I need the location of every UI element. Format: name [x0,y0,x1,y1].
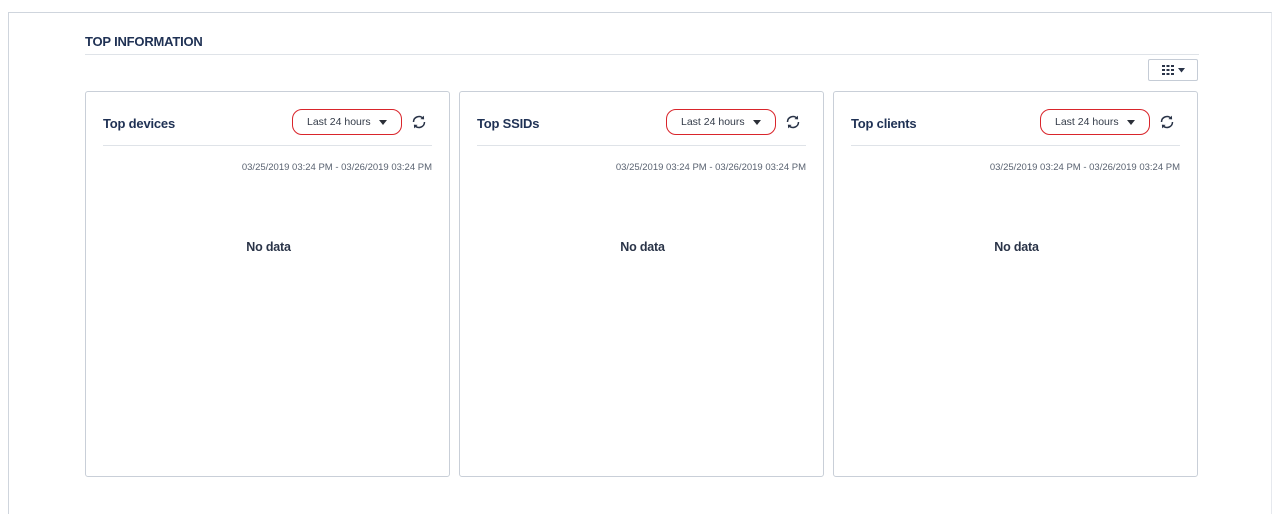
grid-icon [1161,65,1174,75]
refresh-icon[interactable] [410,113,428,131]
section-divider [85,54,1199,55]
card-title: Top devices [103,116,175,131]
time-range-label: Last 24 hours [307,116,371,128]
caret-down-icon [1126,119,1135,125]
time-range-label: Last 24 hours [1055,116,1119,128]
caret-down-icon [378,119,387,125]
caret-down-icon [752,119,761,125]
card-divider [851,145,1180,146]
time-range-select[interactable]: Last 24 hours [666,109,776,135]
time-range-select[interactable]: Last 24 hours [292,109,402,135]
page: TOP INFORMATION Top devices Last 24 hour… [0,0,1280,514]
refresh-icon[interactable] [1158,113,1176,131]
card-divider [103,145,432,146]
chevron-down-icon [1177,67,1185,72]
refresh-icon[interactable] [784,113,802,131]
empty-state-text: No data [246,240,291,254]
column-picker-button[interactable] [1148,59,1198,81]
time-range-label: Last 24 hours [681,116,745,128]
card-top-ssids: Top SSIDs Last 24 hours 03/25/2019 03:24… [459,91,824,477]
time-range-select[interactable]: Last 24 hours [1040,109,1150,135]
date-range-label: 03/25/2019 03:24 PM - 03/26/2019 03:24 P… [615,162,806,173]
card-title: Top clients [851,116,917,131]
card-divider [477,145,806,146]
empty-state-text: No data [620,240,665,254]
date-range-label: 03/25/2019 03:24 PM - 03/26/2019 03:24 P… [241,162,432,173]
empty-state-text: No data [994,240,1039,254]
card-title: Top SSIDs [477,116,540,131]
card-top-clients: Top clients Last 24 hours 03/25/2019 03:… [833,91,1198,477]
card-top-devices: Top devices Last 24 hours 03/25/2019 03:… [85,91,450,477]
date-range-label: 03/25/2019 03:24 PM - 03/26/2019 03:24 P… [989,162,1180,173]
section-title: TOP INFORMATION [85,34,203,49]
